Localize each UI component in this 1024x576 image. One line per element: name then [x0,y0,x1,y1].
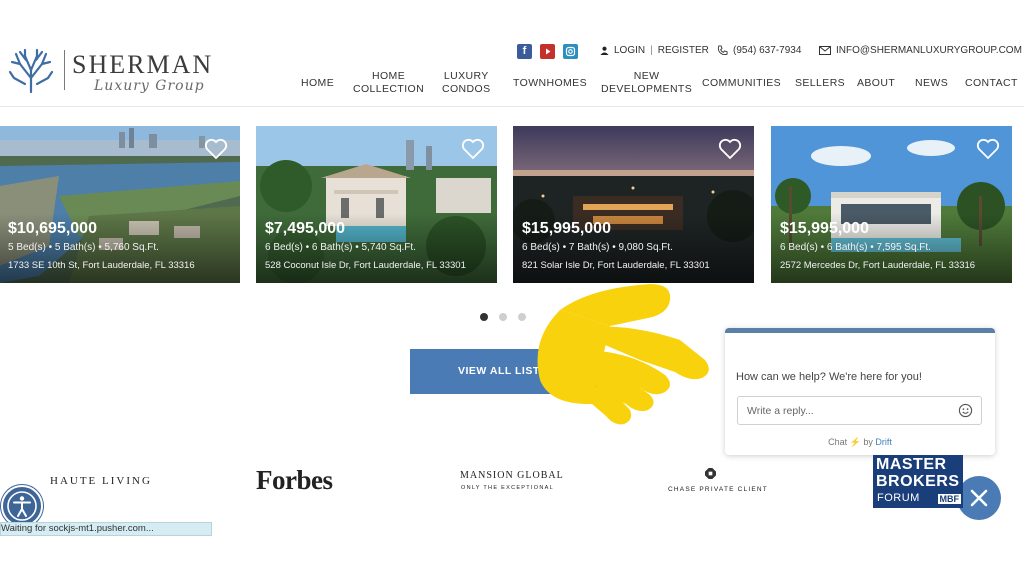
mansion-global-logo: MANSION GLOBAL [460,470,564,481]
drift-link[interactable]: Drift [875,437,892,447]
haute-living-logo: HAUTE LIVING [50,475,152,487]
nav-home-collection[interactable]: HOME COLLECTION [353,70,424,96]
listing-card[interactable]: $15,995,000 6 Bed(s) • 7 Bath(s) • 9,080… [513,126,754,283]
nav-communities[interactable]: COMMUNITIES [702,77,781,90]
nav-new-developments-line1: NEW [633,70,660,82]
listing-details: 6 Bed(s) • 6 Bath(s) • 7,595 Sq.Ft. [780,242,931,253]
nav-luxury-condos-line1: LUXURY [443,70,489,82]
coral-logo-icon [8,48,54,94]
listing-price: $15,995,000 [522,220,611,237]
browser-status-bar: Waiting for sockjs-mt1.pusher.com... [0,522,212,536]
chat-footer-prefix: Chat [828,437,848,447]
pointing-hand-icon [537,284,709,425]
carousel-dot-2[interactable] [499,313,507,321]
favorite-heart-icon[interactable] [461,138,485,160]
emoji-icon[interactable] [958,403,973,418]
chase-octagon-icon [705,468,716,479]
nav-new-developments-line2: DEVELOPMENTS [601,83,693,95]
nav-luxury-condos[interactable]: LUXURY CONDOS [442,70,491,96]
facebook-icon[interactable]: f [517,44,532,59]
close-icon [970,489,988,507]
chat-reply-placeholder: Write a reply... [747,405,814,417]
phone-icon [717,45,728,56]
logo-divider [64,50,65,90]
mansion-global-tagline: ONLY THE EXCEPTIONAL [461,485,554,491]
nav-townhomes[interactable]: TOWNHOMES [513,77,587,90]
nav-luxury-condos-line2: CONDOS [442,83,491,95]
site-header: SHERMAN Luxury Group f LOGIN | REGISTER … [0,38,1024,106]
listing-price: $10,695,000 [8,220,97,237]
mail-icon [819,46,831,55]
nav-home[interactable]: HOME [301,77,334,90]
carousel-dot-3[interactable] [518,313,526,321]
mbf-line-1: MASTER [876,456,947,473]
chat-reply-input[interactable]: Write a reply... [737,396,982,425]
youtube-icon[interactable] [540,44,555,59]
nav-sellers[interactable]: SELLERS [795,77,845,90]
listing-details: 5 Bed(s) • 5 Bath(s) • 5,760 Sq.Ft. [8,242,159,253]
account-links: LOGIN | REGISTER [600,45,709,56]
header-divider [0,106,1024,107]
nav-home-collection-line2: COLLECTION [353,83,425,95]
listing-details: 6 Bed(s) • 6 Bath(s) • 5,740 Sq.Ft. [265,242,416,253]
nav-home-collection-line1: HOME [372,70,406,82]
nav-about[interactable]: ABOUT [857,77,895,90]
listing-address: 821 Solar Isle Dr, Fort Lauderdale, FL 3… [522,260,710,271]
favorite-heart-icon[interactable] [718,138,742,160]
carousel-dot-1[interactable] [480,313,488,321]
chat-footer: Chat ⚡ by Drift [725,437,995,448]
instagram-icon[interactable] [563,44,578,59]
listing-details: 6 Bed(s) • 7 Bath(s) • 9,080 Sq.Ft. [522,242,673,253]
separator: | [650,45,653,56]
chat-close-button[interactable] [957,476,1001,520]
nav-new-developments[interactable]: NEW DEVELOPMENTS [601,70,692,96]
email-link[interactable]: INFO@SHERMANLUXURYGROUP.COM [819,45,1022,56]
phone-number: (954) 637-7934 [733,45,802,56]
login-link[interactable]: LOGIN [614,45,645,56]
favorite-heart-icon[interactable] [204,138,228,160]
nav-contact[interactable]: CONTACT [965,77,1018,90]
logo-subtitle: Luxury Group [94,78,205,94]
accessibility-icon [7,491,37,521]
mbf-line-2: BROKERS [876,473,960,490]
listing-price: $7,495,000 [265,220,346,237]
bolt-icon: ⚡ [849,437,861,447]
listing-price: $15,995,000 [780,220,869,237]
mbf-line-3: FORUM [877,492,920,504]
email-address: INFO@SHERMANLUXURYGROUP.COM [836,45,1022,56]
chat-prompt: How can we help? We're here for you! [736,371,922,383]
listing-card[interactable]: $10,695,000 5 Bed(s) • 5 Bath(s) • 5,760… [0,126,240,283]
phone-link[interactable]: (954) 637-7934 [717,45,801,56]
sherman-logo[interactable]: SHERMAN Luxury Group [8,46,211,98]
accessibility-button[interactable] [1,485,43,527]
register-link[interactable]: REGISTER [658,45,709,56]
carousel-pagination [480,313,526,321]
listing-card[interactable]: $7,495,000 6 Bed(s) • 6 Bath(s) • 5,740 … [256,126,497,283]
chat-footer-by: by [863,437,873,447]
listing-address: 528 Coconut Isle Dr, Fort Lauderdale, FL… [265,260,466,271]
chat-widget: How can we help? We're here for you! Wri… [725,328,995,455]
listing-address: 1733 SE 10th St, Fort Lauderdale, FL 333… [8,260,195,271]
user-icon [600,46,609,55]
master-brokers-forum-logo: MASTER BROKERS FORUM MBF [873,455,963,508]
listing-address: 2572 Mercedes Dr, Fort Lauderdale, FL 33… [780,260,976,271]
logo-wordmark: SHERMAN [72,50,214,79]
forbes-logo: Forbes [256,465,333,495]
chase-private-client-logo: CHASE PRIVATE CLIENT [668,486,768,493]
listing-card[interactable]: $15,995,000 6 Bed(s) • 6 Bath(s) • 7,595… [771,126,1012,283]
favorite-heart-icon[interactable] [976,138,1000,160]
nav-news[interactable]: NEWS [915,77,948,90]
mbf-badge: MBF [937,494,961,504]
